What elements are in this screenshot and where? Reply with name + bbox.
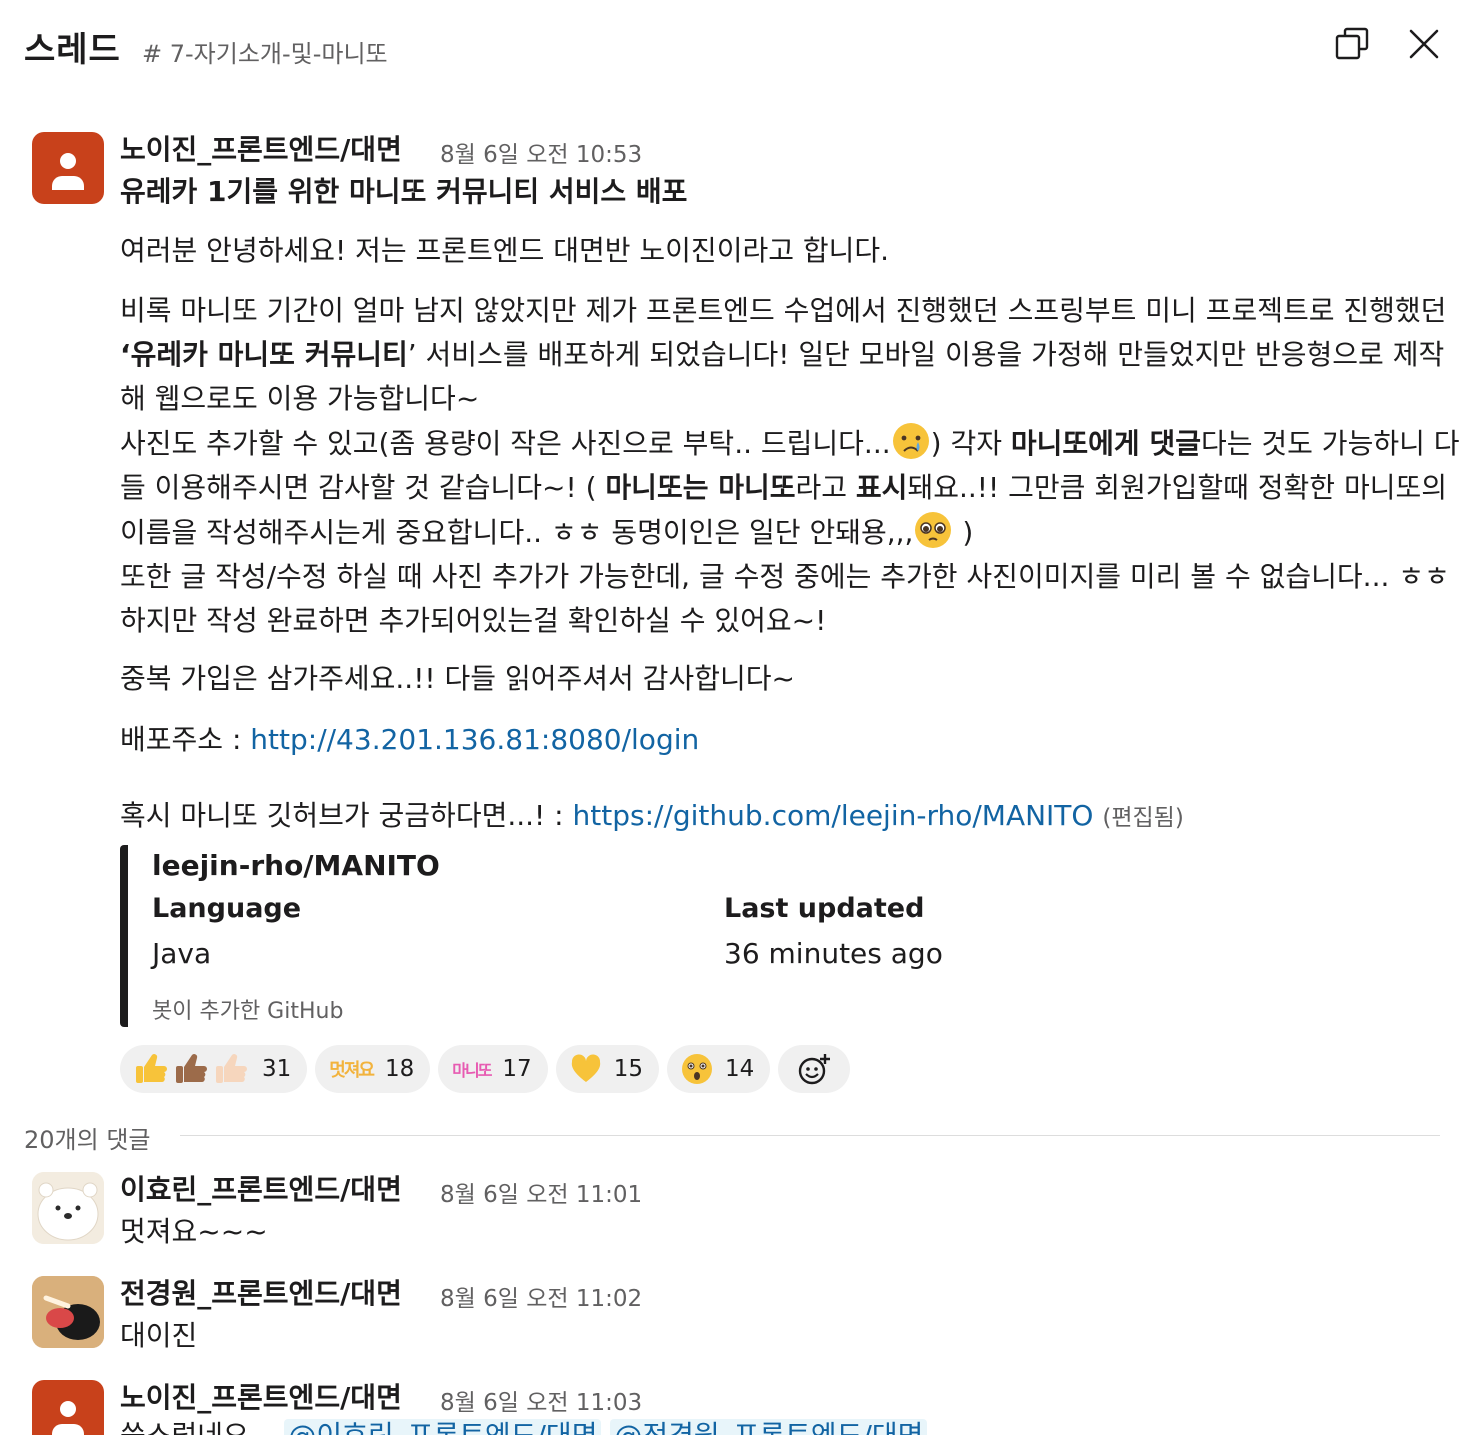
thread-title: 스레드 bbox=[24, 30, 121, 70]
message-author[interactable]: 노이진_프론트엔드/대면 bbox=[120, 128, 402, 168]
crying-face-icon bbox=[892, 423, 929, 459]
thread-header: 스레드 # 7-자기소개-및-마니또 bbox=[0, 0, 1474, 90]
reaction-custom-2[interactable]: 마니또 17 bbox=[438, 1045, 548, 1093]
close-icon[interactable] bbox=[1406, 26, 1442, 62]
deploy-link[interactable]: http://43.201.136.81:8080/login bbox=[250, 723, 699, 756]
unfurl-language-value: Java bbox=[152, 937, 212, 970]
pleading-face-icon bbox=[915, 512, 952, 548]
default-user-icon bbox=[52, 1401, 84, 1435]
message-paragraph: 비록 마니또 기간이 얼마 남지 않았지만 제가 프론트엔드 수업에서 진행했던… bbox=[120, 294, 1460, 637]
message-text: 대이진 bbox=[120, 1319, 198, 1352]
add-reaction-icon bbox=[799, 1054, 831, 1085]
user-mention[interactable]: @이효린_프론트엔드/대면 bbox=[284, 1419, 602, 1435]
message-author[interactable]: 전경원_프론트엔드/대면 bbox=[120, 1272, 402, 1312]
unfurl-updated-value: 36 minutes ago bbox=[724, 937, 943, 970]
reaction-count: 31 bbox=[262, 1056, 292, 1082]
message-timestamp[interactable]: 8월 6일 오전 11:03 bbox=[440, 1383, 642, 1417]
avatar[interactable] bbox=[32, 132, 104, 204]
unfurl-footer: 봇이 추가한 GitHub bbox=[152, 999, 344, 1024]
default-user-icon bbox=[52, 153, 84, 190]
unfurl-title[interactable]: leejin-rho/MANITO bbox=[152, 849, 440, 882]
custom-emoji-text: 멋져요 bbox=[329, 1060, 375, 1081]
custom-emoji-text: 마니또 bbox=[452, 1061, 492, 1080]
message-headline: 유레카 1기를 위한 마니또 커뮤니티 서비스 배포 bbox=[120, 175, 688, 208]
deploy-line: 배포주소 : http://43.201.136.81:8080/login bbox=[120, 723, 700, 756]
popout-icon[interactable] bbox=[1334, 26, 1370, 62]
bear-avatar-icon bbox=[32, 1172, 104, 1244]
reactions-bar: 31 멋져요 18 마니또 17 15 14 bbox=[120, 1045, 851, 1093]
github-line: 혹시 마니또 깃허브가 궁금하다면...! : https://github.c… bbox=[120, 799, 1184, 832]
github-unfurl: leejin-rho/MANITO Language Java Last upd… bbox=[120, 845, 1320, 1027]
avatar[interactable] bbox=[32, 1172, 104, 1244]
character-avatar-icon bbox=[32, 1276, 104, 1348]
reply-count-label: 20개의 댓글 bbox=[24, 1126, 151, 1154]
message-timestamp[interactable]: 8월 6일 오전 11:02 bbox=[440, 1279, 642, 1313]
reaction-yellow-heart[interactable]: 15 bbox=[555, 1045, 659, 1093]
message-text: 쑥스럽네요... @이효린_프론트엔드/대면 @전경원_프론트엔드/대면 bbox=[120, 1414, 1456, 1435]
reaction-custom-1[interactable]: 멋져요 18 bbox=[315, 1045, 431, 1093]
message-author[interactable]: 노이진_프론트엔드/대면 bbox=[120, 1376, 402, 1416]
user-mention[interactable]: @전경원_프론트엔드/대면 bbox=[610, 1419, 928, 1435]
edited-label: (편집됨) bbox=[1102, 805, 1184, 831]
channel-name-link[interactable]: # 7-자기소개-및-마니또 bbox=[142, 34, 388, 69]
reaction-count: 18 bbox=[384, 1056, 415, 1082]
message-paragraph: 중복 가입은 삼가주세요..!! 다들 읽어주셔서 감사합니다~ bbox=[120, 662, 795, 695]
thumbs-up-icon bbox=[136, 1054, 247, 1083]
astonished-face-icon bbox=[681, 1054, 712, 1084]
reaction-count: 14 bbox=[724, 1056, 755, 1082]
message-timestamp[interactable]: 8월 6일 오전 11:01 bbox=[440, 1175, 642, 1209]
unfurl-updated-label: Last updated bbox=[724, 893, 925, 924]
reaction-count: 17 bbox=[502, 1056, 532, 1082]
message-author[interactable]: 이효린_프론트엔드/대면 bbox=[120, 1168, 402, 1208]
message-timestamp[interactable]: 8월 6일 오전 10:53 bbox=[440, 135, 642, 169]
reaction-count: 15 bbox=[613, 1056, 643, 1082]
avatar[interactable] bbox=[32, 1276, 104, 1348]
divider bbox=[180, 1135, 1440, 1136]
reaction-astonished[interactable]: 14 bbox=[666, 1045, 771, 1093]
reaction-thumbs-up[interactable]: 31 bbox=[120, 1045, 308, 1093]
github-link[interactable]: https://github.com/leejin-rho/MANITO bbox=[573, 799, 1094, 832]
unfurl-language-label: Language bbox=[152, 893, 302, 924]
message-text: 멋져요~~~ bbox=[120, 1215, 268, 1248]
add-reaction-button[interactable] bbox=[778, 1045, 851, 1093]
message-paragraph: 여러분 안녕하세요! 저는 프론트엔드 대면반 노이진이라고 합니다. bbox=[120, 234, 890, 267]
avatar[interactable] bbox=[32, 1380, 104, 1435]
yellow-heart-icon bbox=[571, 1054, 600, 1082]
